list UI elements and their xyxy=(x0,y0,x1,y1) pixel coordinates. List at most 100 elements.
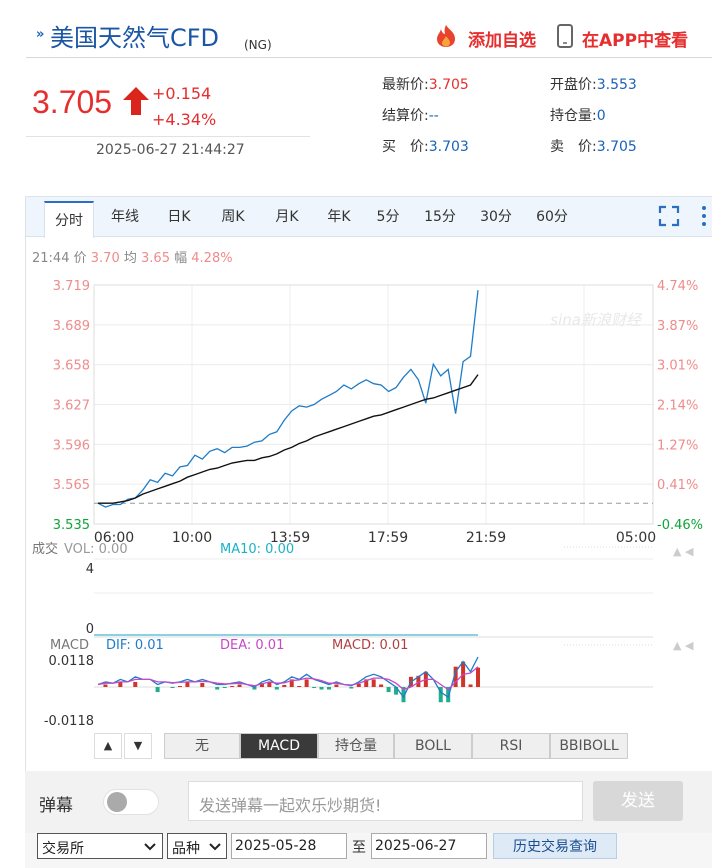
price-change: +0.154 xyxy=(152,84,212,103)
volume-max-label: 4 xyxy=(86,562,94,577)
volume-min-label: 0 xyxy=(86,622,94,637)
tab-period[interactable]: 日K xyxy=(156,197,202,237)
info-price: 3.70 xyxy=(90,251,120,266)
app-view-label: 在APP中查看 xyxy=(582,31,689,51)
tab-label: 60分 xyxy=(536,209,568,225)
tab-period[interactable]: 年K xyxy=(316,197,362,237)
stat-value: 3.705 xyxy=(428,77,469,93)
volume-title: 成交 xyxy=(32,541,58,557)
info-avg: 3.65 xyxy=(141,251,170,266)
date-to-input[interactable]: 2025-06-27 xyxy=(371,833,487,859)
y-right-tick-label: 4.74% xyxy=(657,279,698,294)
indicator-button-label: 持仓量 xyxy=(335,738,377,754)
y-axis-tick-label: 3.658 xyxy=(53,359,90,374)
indicator-down-button[interactable]: ▼ xyxy=(124,733,152,759)
tab-period[interactable]: 年线 xyxy=(100,197,150,237)
danmu-send-button[interactable]: 发送 xyxy=(593,781,683,821)
tab-period[interactable]: 周K xyxy=(208,197,258,237)
stat-label: 开盘价: xyxy=(550,77,597,93)
y-right-tick-label: 2.14% xyxy=(657,399,698,414)
stat-label: 卖 价: xyxy=(550,139,597,155)
x-axis-tick-label: 17:59 xyxy=(368,530,408,546)
tab-active[interactable]: 分时 xyxy=(44,201,94,238)
stat-item: 开盘价:3.553 xyxy=(550,74,637,94)
macd-max-label: 0.0118 xyxy=(49,654,95,669)
y-right-tick-label: 3.01% xyxy=(657,359,698,374)
macd-min-label: -0.0118 xyxy=(44,714,94,729)
date-to-label: 至 xyxy=(352,840,366,856)
exchange-select[interactable]: 交易所 xyxy=(37,833,163,859)
macd-dif-label: DIF: 0.01 xyxy=(106,638,164,653)
page-header: » 美国天然气CFD (NG) 添加自选 在APP中查看 xyxy=(26,16,712,58)
stat-item: 结算价:-- xyxy=(382,105,439,125)
y-axis-tick-label: 3.627 xyxy=(53,399,90,414)
indicator-button[interactable]: MACD xyxy=(240,733,318,759)
stat-item: 持仓量:0 xyxy=(550,105,606,125)
danmu-toggle[interactable] xyxy=(103,789,159,815)
chevron-down-icon xyxy=(209,843,221,851)
x-axis-tick-label: 05:00 xyxy=(616,530,656,546)
indicator-button[interactable]: 无 xyxy=(164,733,240,759)
indicator-button[interactable]: RSI xyxy=(472,733,550,759)
x-axis-tick-label: 10:00 xyxy=(172,530,212,546)
indicator-button-label: RSI xyxy=(499,738,523,754)
flame-icon xyxy=(437,25,455,47)
volume-ma-label: MA10: 0.00 xyxy=(220,542,294,557)
stat-value: 3.703 xyxy=(428,139,469,155)
tab-period[interactable]: 60分 xyxy=(526,197,578,237)
stat-value: -- xyxy=(428,108,439,124)
sina-watermark: sina新浪财经 xyxy=(550,311,643,329)
info-time: 21:44 xyxy=(32,251,70,266)
danmu-input[interactable]: 发送弹幕一起欢乐炒期货! xyxy=(188,781,583,821)
info-amp: 4.28% xyxy=(191,251,233,266)
macd-pane-controls-icon: ▲ ◀ xyxy=(673,639,694,652)
tab-period[interactable]: 5分 xyxy=(368,197,408,237)
quote-page: » 美国天然气CFD (NG) 添加自选 在APP中查看 3.705 +0.15… xyxy=(0,0,712,868)
volume-vol-label: VOL: 0.00 xyxy=(64,542,128,557)
tab-period[interactable]: 15分 xyxy=(414,197,466,237)
indicator-up-button[interactable]: ▲ xyxy=(94,733,122,759)
stat-value: 3.705 xyxy=(596,139,637,155)
macd-value-label: MACD: 0.01 xyxy=(332,638,408,653)
tab-label: 月K xyxy=(275,209,299,225)
y-axis-tick-label: 3.689 xyxy=(53,319,90,334)
info-avg-label: 均 xyxy=(123,251,137,266)
up-arrow-icon xyxy=(123,87,149,115)
tab-label: 分时 xyxy=(55,213,83,229)
tab-label: 周K xyxy=(221,209,245,225)
indicator-button[interactable]: BOLL xyxy=(394,733,472,759)
fullscreen-icon[interactable] xyxy=(658,205,680,227)
chart-panel: 分时 年线 日K 周K 月K 年K 5分 15分 30分 60分 21:44 价 3.70 均 3… xyxy=(25,196,712,772)
indicator-button[interactable]: 持仓量 xyxy=(318,733,394,759)
danmu-label: 弹幕 xyxy=(39,796,73,816)
more-menu-icon[interactable] xyxy=(700,205,708,227)
y-axis-tick-label: 3.565 xyxy=(53,478,90,493)
stat-item: 买 价:3.703 xyxy=(382,136,469,156)
tab-period[interactable]: 30分 xyxy=(472,197,520,237)
last-price: 3.705 xyxy=(32,84,113,120)
chart-svg[interactable]: 3.719 4.74% 3.689 3.87% 3.658 3.01% 3.627 2.14%… xyxy=(26,277,712,773)
y-right-tick-label: 1.27% xyxy=(657,438,698,453)
date-to-value: 2025-06-27 xyxy=(375,838,457,854)
indicator-button-label: 无 xyxy=(195,738,209,754)
variety-select[interactable]: 品种 xyxy=(167,833,227,859)
history-query-label: 历史交易查询 xyxy=(513,839,597,855)
add-watchlist-label: 添加自选 xyxy=(468,31,536,51)
stat-label: 持仓量: xyxy=(550,108,597,124)
tab-label: 5分 xyxy=(376,209,400,225)
instrument-name: 美国天然气CFD xyxy=(50,24,220,52)
macd-title: MACD xyxy=(50,638,89,653)
indicator-button[interactable]: BBIBOLL xyxy=(550,733,628,759)
macd-dea-label: DEA: 0.01 xyxy=(220,638,284,653)
history-query-button[interactable]: 历史交易查询 xyxy=(493,833,617,859)
quote-block: 3.705 +0.154 +4.34% 2025-06-27 21:44:27 xyxy=(26,70,310,166)
period-tabbar: 分时 年线 日K 周K 月K 年K 5分 15分 30分 60分 xyxy=(26,197,712,238)
info-amp-label: 幅 xyxy=(174,251,188,266)
date-from-value: 2025-05-28 xyxy=(235,838,317,854)
tab-period[interactable]: 月K xyxy=(264,197,310,237)
date-from-input[interactable]: 2025-05-28 xyxy=(231,833,347,859)
exchange-select-value: 交易所 xyxy=(42,841,84,857)
info-price-label: 价 xyxy=(73,251,87,266)
crosshair-info-line: 21:44 价 3.70 均 3.65 幅 4.28% xyxy=(32,247,233,266)
quote-timestamp: 2025-06-27 21:44:27 xyxy=(96,142,245,158)
